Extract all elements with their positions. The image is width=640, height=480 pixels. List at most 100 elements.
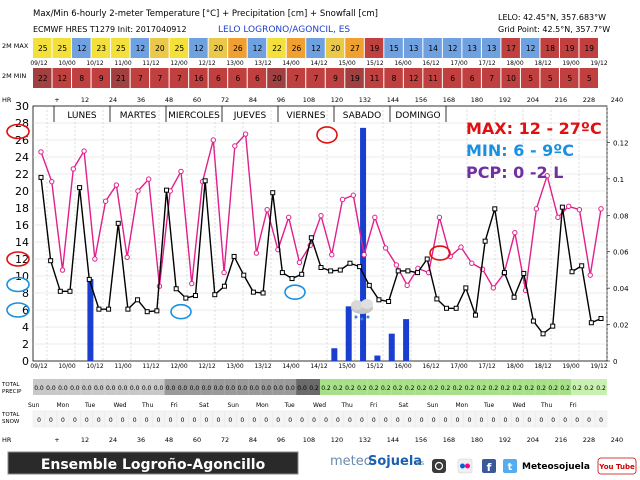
cell-value: 23	[97, 44, 107, 53]
snow-value: 0	[276, 417, 280, 424]
precip-value: 0.0	[58, 385, 68, 392]
weekday-label: Tue	[483, 402, 495, 409]
cell-value: 12	[448, 44, 458, 53]
series-point	[386, 299, 392, 304]
y-right-tick-label: 0.1	[613, 176, 624, 184]
series-point	[260, 290, 266, 296]
series-point	[372, 214, 378, 221]
precip-value: 0.2	[381, 385, 391, 392]
weekday-label: Wed	[114, 402, 127, 409]
hour-label: 84	[249, 96, 257, 104]
precip-value: 0.0	[261, 385, 271, 392]
series-point	[598, 316, 604, 321]
snow-value: 0	[133, 417, 137, 424]
series-point	[106, 306, 112, 312]
weekday-label: Thu	[341, 402, 353, 409]
twitter-icon[interactable]: t	[503, 459, 517, 473]
cell-value: 6	[236, 74, 241, 83]
snow-value: 0	[216, 417, 220, 424]
series-point	[339, 196, 346, 203]
hour-label: 228	[583, 436, 595, 444]
precip-value: 0.0	[190, 385, 200, 392]
cell-value: 12	[253, 44, 263, 53]
precip-value: 0.0	[142, 385, 152, 392]
snow-value: 0	[444, 417, 448, 424]
precip-value: 0.2	[548, 385, 558, 392]
precip-value: 0.0	[297, 385, 307, 392]
series-point	[469, 260, 475, 266]
svg-text:You Tube: You Tube	[598, 463, 635, 471]
youtube-icon[interactable]: You Tube	[597, 457, 637, 475]
series-point	[81, 148, 87, 154]
cell-value: 7	[489, 74, 494, 83]
cell-value: 27	[350, 44, 360, 53]
precip-value: 0.2	[393, 385, 403, 392]
series-point	[135, 297, 141, 303]
cell-value: 26	[292, 44, 302, 53]
date-label: 19/00	[562, 363, 579, 370]
series-point	[115, 220, 121, 226]
cell-value: 13	[487, 44, 497, 53]
flickr-icon[interactable]	[457, 458, 473, 474]
date-label: 14/00	[282, 60, 299, 67]
precip-bar	[388, 333, 395, 361]
series-point	[376, 297, 382, 303]
precip-bar	[403, 319, 410, 361]
series-point	[366, 282, 372, 288]
hour-label: 60	[193, 96, 201, 104]
series-point	[482, 238, 488, 244]
series-point	[189, 280, 195, 287]
hour-label: 204	[527, 436, 539, 444]
cell-value: 7	[138, 74, 143, 83]
precip-value: 0.2	[513, 385, 523, 392]
y-tick-label: 0	[22, 355, 29, 368]
series-point	[279, 270, 285, 276]
series-point	[328, 268, 334, 274]
series-point	[318, 265, 324, 270]
snow-value: 0	[204, 417, 208, 424]
cell-value: 8	[79, 74, 84, 83]
series-point	[231, 253, 237, 259]
date-label: 13/12	[254, 363, 271, 370]
hour-label: 96	[277, 96, 285, 104]
snow-value: 0	[468, 417, 472, 424]
facebook-icon[interactable]: f	[482, 459, 496, 474]
precip-bar	[374, 355, 381, 361]
series-point	[501, 270, 507, 276]
date-row-top: 09/12 10/00 10/12 11/00 11/12 12/00 12/12 13/00…	[30, 60, 607, 67]
cell-value: 9	[333, 74, 338, 83]
date-label: 11/00	[114, 60, 131, 67]
date-label: 13/00	[226, 60, 243, 67]
instagram-icon[interactable]	[432, 459, 446, 473]
snow-value: 0	[432, 417, 436, 424]
cell-value: 20	[331, 44, 341, 53]
date-label: 10/12	[86, 60, 103, 67]
series-point	[569, 269, 575, 275]
model-info: ECMWF HRES T1279 Init: 2017040912	[33, 25, 187, 34]
snow-value: 0	[456, 417, 460, 424]
cell-value: 9	[99, 74, 104, 83]
precip-bar	[360, 127, 367, 361]
precip-value: 0.2	[345, 385, 355, 392]
y-right-tick-label: 0.02	[613, 322, 629, 330]
series-point	[77, 185, 83, 191]
hour-label: 168	[443, 436, 455, 444]
snow-value: 0	[587, 417, 591, 424]
series-point	[434, 296, 440, 302]
series-point	[48, 258, 54, 264]
precip-bar	[331, 348, 338, 361]
series-point	[144, 309, 150, 315]
weekday-label: Mon	[256, 402, 269, 409]
precip-value: 0.0	[94, 385, 104, 392]
series-point	[357, 264, 363, 270]
max-row-label: 2M MAX	[2, 42, 29, 50]
date-label: 19/12	[590, 60, 607, 67]
series-point	[102, 198, 109, 204]
min-row-label: 2M MIN	[2, 72, 26, 80]
cell-value: 12	[58, 74, 68, 83]
hour-label: +	[54, 436, 59, 444]
precip-value: 0.0	[166, 385, 176, 392]
hour-label: 24	[109, 96, 117, 104]
snow-value: 0	[49, 417, 53, 424]
precip-value: 0.0	[202, 385, 212, 392]
